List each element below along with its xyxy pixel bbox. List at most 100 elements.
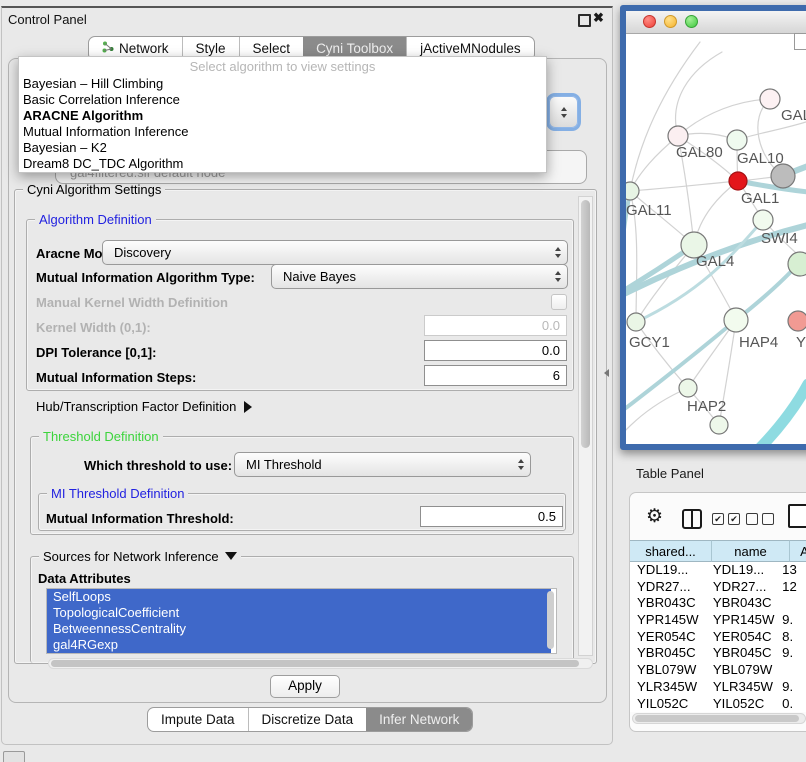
table-row[interactable]: YDL19...YDL19...13 xyxy=(630,562,806,579)
table-row[interactable]: YDR27...YDR27...12 xyxy=(630,579,806,596)
split-column-icon[interactable] xyxy=(682,509,702,529)
network-edge[interactable] xyxy=(756,384,806,444)
deselect-all-icon[interactable] xyxy=(746,513,774,525)
network-edge[interactable] xyxy=(630,181,738,191)
settings-vertical-scrollbar[interactable] xyxy=(578,196,593,656)
zoom-traffic-light[interactable] xyxy=(685,15,698,28)
table-horizontal-scrollbar[interactable] xyxy=(632,713,806,724)
network-canvas[interactable]: GALGAL80GAL10GAL1GAL11SWI4GAL4GCY1HAP4YH… xyxy=(626,33,806,444)
table-cell: 12 xyxy=(778,579,806,596)
algorithm-dropdown-menu: Select algorithm to view settings Bayesi… xyxy=(18,56,547,173)
table-cell: 8. xyxy=(778,629,806,646)
splitter-collapse-icon[interactable] xyxy=(604,369,609,377)
network-edge[interactable] xyxy=(626,388,688,432)
scrollbar-thumb[interactable] xyxy=(51,660,579,667)
table-row[interactable]: YBR045CYBR045C9. xyxy=(630,645,806,662)
network-edge[interactable] xyxy=(630,42,700,191)
network-node-gal10[interactable] xyxy=(727,130,747,150)
network-scroll-button[interactable] xyxy=(794,33,806,50)
tab-discretize-data[interactable]: Discretize Data xyxy=(248,708,367,731)
network-node-label: GAL10 xyxy=(737,150,784,167)
hub-definition-expander[interactable]: Hub/Transcription Factor Definition xyxy=(36,399,252,414)
network-edge[interactable] xyxy=(678,99,770,136)
network-node-gal[interactable] xyxy=(760,89,780,109)
dropdown-item[interactable]: Bayesian – Hill Climbing xyxy=(19,76,546,92)
table-row[interactable]: YLR345WYLR345W9. xyxy=(630,679,806,696)
table-row[interactable]: YBL079WYBL079W xyxy=(630,662,806,679)
scrollbar-thumb[interactable] xyxy=(635,715,799,722)
which-threshold-combo[interactable]: MI Threshold xyxy=(234,452,531,477)
network-node-gal80[interactable] xyxy=(668,126,688,146)
attribute-list-item[interactable]: TopologicalCoefficient xyxy=(47,605,551,621)
dropdown-item[interactable]: Mutual Information Inference xyxy=(19,124,546,140)
network-node[interactable] xyxy=(771,164,795,188)
kernel-width-label: Kernel Width (0,1): xyxy=(36,320,151,335)
tab-impute-data[interactable]: Impute Data xyxy=(148,708,248,731)
document-icon[interactable] xyxy=(788,504,806,528)
dropdown-item[interactable]: ARACNE Algorithm xyxy=(19,108,546,124)
mi-type-label: Mutual Information Algorithm Type: xyxy=(36,270,255,285)
table-cell: YLR345W xyxy=(706,679,778,696)
network-edge[interactable] xyxy=(676,52,722,136)
settings-gear-icon[interactable]: ⚙ xyxy=(646,505,663,528)
dpi-tolerance-label: DPI Tolerance [0,1]: xyxy=(36,345,156,360)
bottom-corner-button[interactable] xyxy=(3,751,25,762)
table-column-header[interactable]: A xyxy=(790,540,806,562)
inference-algorithm-combo-stepper[interactable] xyxy=(549,96,578,128)
table-cell: YPR145W xyxy=(630,612,706,629)
which-threshold-label: Which threshold to use: xyxy=(84,458,232,473)
table-column-header[interactable]: name xyxy=(712,540,790,562)
stepper-up-icon xyxy=(561,107,567,111)
network-node-gal1[interactable] xyxy=(729,172,747,190)
list-scrollbar-thumb[interactable] xyxy=(547,591,554,649)
network-node[interactable] xyxy=(788,252,806,276)
float-window-icon[interactable] xyxy=(578,14,591,27)
dpi-tolerance-field[interactable]: 0.0 xyxy=(424,340,567,361)
manual-kernel-checkbox[interactable] xyxy=(551,294,567,310)
attribute-list-item[interactable]: gal4RGexp xyxy=(47,637,551,653)
mi-type-combo[interactable]: Naive Bayes xyxy=(271,264,568,289)
table-row[interactable]: YPR145WYPR145W9. xyxy=(630,612,806,629)
network-node-label: SWI4 xyxy=(761,230,798,247)
mi-steps-field[interactable]: 6 xyxy=(424,365,567,386)
kernel-width-field[interactable]: 0.0 xyxy=(424,315,567,336)
table-row[interactable]: YER054CYER054C8. xyxy=(630,629,806,646)
network-node-gal11[interactable] xyxy=(626,182,639,200)
mi-threshold-field[interactable]: 0.5 xyxy=(420,506,563,527)
network-edge[interactable] xyxy=(737,122,806,140)
table-column-header[interactable]: shared... xyxy=(630,540,712,562)
table-cell: YBL079W xyxy=(706,662,778,679)
tab-infer-network[interactable]: Infer Network xyxy=(366,708,472,731)
network-node-gcy1[interactable] xyxy=(627,313,645,331)
network-node-label: GAL80 xyxy=(676,144,723,161)
close-traffic-light[interactable] xyxy=(643,15,656,28)
dropdown-item[interactable]: Basic Correlation Inference xyxy=(19,92,546,108)
attribute-list-item[interactable]: SelfLoops xyxy=(47,589,551,605)
tab-label: Discretize Data xyxy=(262,708,354,731)
apply-button[interactable]: Apply xyxy=(270,675,340,698)
dropdown-item[interactable]: Dream8 DC_TDC Algorithm xyxy=(19,156,546,172)
network-node-hap4[interactable] xyxy=(724,308,748,332)
table-row[interactable]: YBR043CYBR043C xyxy=(630,595,806,612)
mi-type-value: Naive Bayes xyxy=(283,269,356,284)
network-node-label: HAP4 xyxy=(739,334,778,351)
combo-stepper-icon xyxy=(555,241,561,264)
network-node[interactable] xyxy=(710,416,728,434)
aracne-mode-combo[interactable]: Discovery xyxy=(102,240,568,265)
network-node-swi4[interactable] xyxy=(753,210,773,230)
close-icon[interactable]: ✖ xyxy=(593,10,604,26)
attribute-list-item[interactable]: BetweennessCentrality xyxy=(47,621,551,637)
network-node-hap2[interactable] xyxy=(679,379,697,397)
network-node-y[interactable] xyxy=(788,311,806,331)
table-row[interactable]: YIL052CYIL052C0. xyxy=(630,696,806,713)
mi-steps-label: Mutual Information Steps: xyxy=(36,370,196,385)
algorithm-definition-title: Algorithm Definition xyxy=(35,212,156,227)
scrollbar-thumb[interactable] xyxy=(581,200,590,448)
dropdown-item[interactable]: Bayesian – K2 xyxy=(19,140,546,156)
minimize-traffic-light[interactable] xyxy=(664,15,677,28)
sources-group-title[interactable]: Sources for Network Inference xyxy=(39,549,241,564)
select-all-icon[interactable]: ✔✔ xyxy=(712,513,740,525)
settings-horizontal-scrollbar[interactable] xyxy=(48,658,593,669)
hub-definition-label: Hub/Transcription Factor Definition xyxy=(36,399,236,414)
table-cell: YBR045C xyxy=(706,645,778,662)
